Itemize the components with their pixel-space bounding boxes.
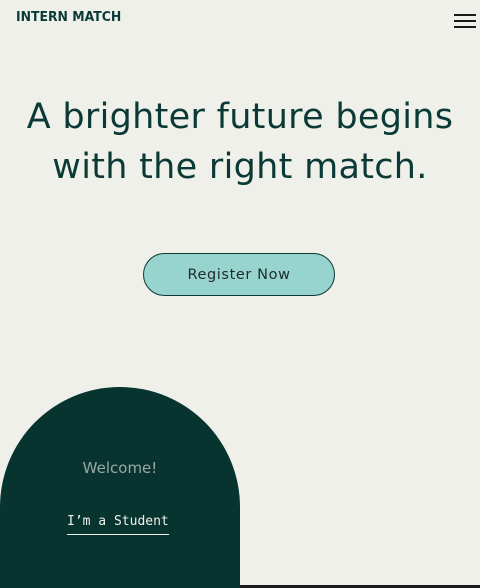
menu-line	[454, 14, 476, 16]
hero-title-line-2: with the right match.	[52, 147, 428, 187]
welcome-text: Welcome!	[82, 459, 158, 477]
logo[interactable]: INTERN MATCH	[16, 9, 121, 25]
hamburger-menu-icon[interactable]	[454, 12, 476, 28]
hero-title: A brighter future begins with the right …	[0, 92, 480, 192]
menu-line	[454, 26, 476, 28]
student-card: Welcome! I’m a Student	[0, 387, 240, 588]
student-link[interactable]: I’m a Student	[67, 514, 169, 535]
register-now-button[interactable]: Register Now	[143, 253, 335, 296]
hero-title-line-1: A brighter future begins	[26, 97, 454, 137]
menu-line	[454, 20, 476, 22]
site-header: INTERN MATCH	[0, 0, 480, 40]
